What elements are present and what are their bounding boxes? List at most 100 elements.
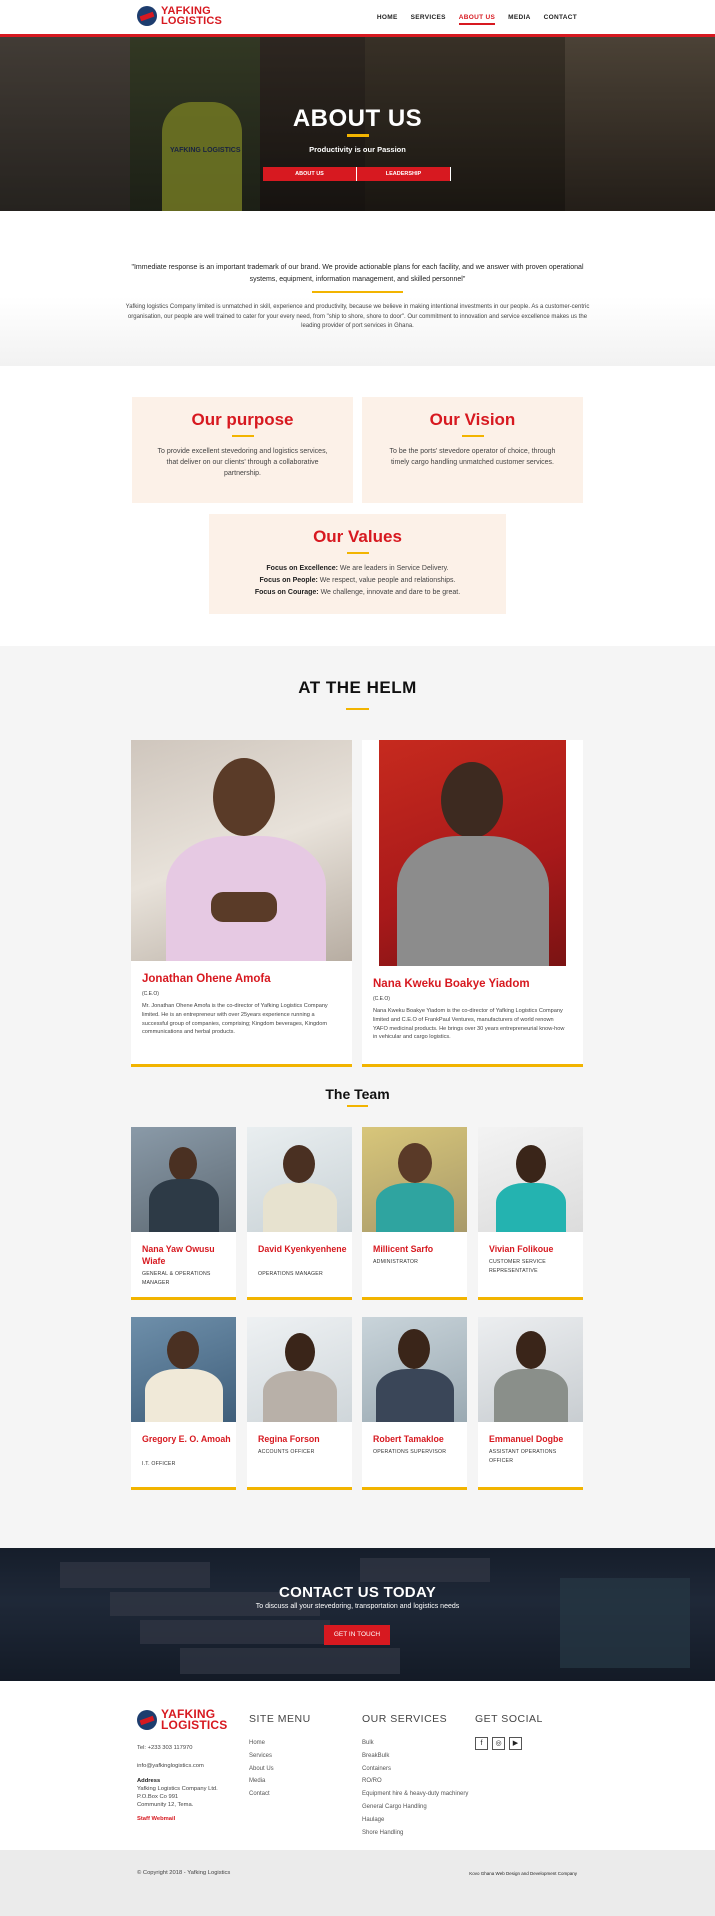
leader-bio: Nana Kweku Boakye Yiadom is the co-direc… <box>373 1008 565 1041</box>
helm-underline <box>346 708 369 710</box>
footer-address: Yafking Logistics Company Ltd. <box>137 1786 218 1792</box>
team-member-card: Vivian Folikoue Customer Service Represe… <box>478 1127 583 1300</box>
services-column: OUR SERVICES Bulk BreakBulk Containers R… <box>362 1713 468 1839</box>
leader-name: Nana Kweku Boakye Yiadom <box>373 978 530 990</box>
copyright-bar: © Copyright 2018 - Yafking Logistics Kov… <box>0 1850 715 1916</box>
leader-card: Nana Kweku Boakye Yiadom (C.E.O) Nana Kw… <box>362 740 583 1067</box>
footer-logo[interactable]: YAFKING LOGISTICS <box>137 1708 227 1731</box>
member-name: Robert Tamakloe <box>373 1434 444 1444</box>
footer-service-link[interactable]: General Cargo Handling <box>362 1801 468 1814</box>
member-name: Gregory E. O. Amoah <box>142 1434 231 1444</box>
leader-name: Jonathan Ohene Amofa <box>142 973 271 985</box>
team-member-card: Gregory E. O. Amoah I.T. Officer <box>131 1317 236 1490</box>
leader-role: (C.E.O) <box>373 996 390 1002</box>
main-nav: HOME SERVICES ABOUT US MEDIA CONTACT <box>377 14 577 25</box>
staff-webmail-link[interactable]: Staff Webmail <box>137 1816 175 1824</box>
intro-quote: "Immediate response is an important trad… <box>131 264 584 283</box>
footer-link-home[interactable]: Home <box>249 1737 311 1750</box>
vision-title: Our Vision <box>429 410 516 429</box>
member-name: Nana Yaw Owusu Wiafe <box>142 1244 215 1266</box>
social-title: GET SOCIAL <box>475 1713 543 1725</box>
member-photo <box>362 1317 467 1422</box>
member-name: David Kyenkyenhene <box>258 1244 347 1254</box>
vision-text: To be the ports' stevedore operator of c… <box>389 448 556 466</box>
site-menu-column: SITE MENU Home Services About Us Media C… <box>249 1713 311 1801</box>
intro-section: "Immediate response is an important trad… <box>0 211 715 366</box>
values-underline <box>346 552 369 554</box>
member-photo <box>247 1317 352 1422</box>
footer-link-about[interactable]: About Us <box>249 1763 311 1776</box>
tab-leadership[interactable]: LEADERSHIP <box>357 167 451 181</box>
leader-photo <box>379 740 566 966</box>
footer-service-link[interactable]: RO/RO <box>362 1775 468 1788</box>
nav-media[interactable]: MEDIA <box>508 14 530 25</box>
member-role: Assistant Operations Officer <box>489 1449 557 1464</box>
footer-link-media[interactable]: Media <box>249 1775 311 1788</box>
team-member-card: Emmanuel Dogbe Assistant Operations Offi… <box>478 1317 583 1490</box>
hero-tabs: ABOUT US LEADERSHIP <box>263 167 451 181</box>
copyright-text: © Copyright 2018 - Yafking Logistics <box>137 1870 231 1876</box>
values-item: Focus on Excellence: We are leaders in S… <box>266 565 449 572</box>
nav-about-us[interactable]: ABOUT US <box>458 14 496 25</box>
values-title: Our Values <box>313 527 402 546</box>
member-photo <box>247 1127 352 1232</box>
footer-tel: Tel: +233 303 117970 <box>137 1745 193 1751</box>
footer-service-link[interactable]: Bulk <box>362 1737 468 1750</box>
member-role: Operations Manager <box>258 1271 323 1277</box>
footer-address: Community 12, Tema. <box>137 1802 194 1808</box>
logo-emblem-icon <box>137 6 157 26</box>
nav-services[interactable]: SERVICES <box>411 14 446 25</box>
footer-address-label: Address <box>137 1778 161 1784</box>
designer-credit-link[interactable]: Kovo Ghana Web Design and Development Co… <box>469 1871 577 1876</box>
leader-role: (C.E.O) <box>142 991 159 997</box>
vision-underline <box>461 435 484 437</box>
cta-title: CONTACT US TODAY <box>278 1584 437 1601</box>
team-underline <box>347 1105 368 1107</box>
social-column: GET SOCIAL f ◎ ▶ <box>475 1713 543 1750</box>
intro-body: Yafking logistics Company limited is unm… <box>125 304 590 329</box>
member-role: General & Operations Manager <box>142 1271 211 1286</box>
get-in-touch-button[interactable]: GET IN TOUCH <box>324 1625 390 1645</box>
leader-photo <box>131 740 352 961</box>
cta-subtitle: To discuss all your stevedoring, transpo… <box>255 1603 460 1610</box>
team-member-card: Regina Forson Accounts Officer <box>247 1317 352 1490</box>
instagram-icon[interactable]: ◎ <box>492 1737 505 1750</box>
member-name: Millicent Sarfo <box>373 1244 434 1254</box>
page-title: ABOUT US <box>292 105 423 132</box>
tab-about-us[interactable]: ABOUT US <box>263 167 357 181</box>
member-photo <box>478 1317 583 1422</box>
title-underline <box>347 134 369 137</box>
hero-banner: YAFKING LOGISTICS ABOUT US Productivity … <box>0 37 715 211</box>
member-photo <box>362 1127 467 1232</box>
footer-service-link[interactable]: Shore Handling <box>362 1827 468 1840</box>
logo-text: YAFKING LOGISTICS <box>161 5 223 27</box>
helm-title: AT THE HELM <box>298 678 417 697</box>
footer-service-link[interactable]: Containers <box>362 1763 468 1776</box>
youtube-icon[interactable]: ▶ <box>509 1737 522 1750</box>
services-title: OUR SERVICES <box>362 1713 448 1725</box>
values-item: Focus on People: We respect, value peopl… <box>259 577 456 584</box>
leader-card: Jonathan Ohene Amofa (C.E.O) Mr. Jonatha… <box>131 740 352 1067</box>
purpose-title: Our purpose <box>191 410 294 429</box>
facebook-icon[interactable]: f <box>475 1737 488 1750</box>
intro-divider <box>312 291 403 293</box>
purpose-card: Our purpose To provide excellent stevedo… <box>132 397 353 503</box>
footer-email[interactable]: info@yafkinglogistics.com <box>137 1763 204 1771</box>
values-item: Focus on Courage: We challenge, innovate… <box>254 589 461 596</box>
purpose-underline <box>231 435 254 437</box>
footer-service-link[interactable]: Haulage <box>362 1814 468 1827</box>
team-member-card: Robert Tamakloe Operations Supervisor <box>362 1317 467 1490</box>
member-role: I.T. Officer <box>142 1461 176 1467</box>
footer-link-services[interactable]: Services <box>249 1750 311 1763</box>
footer-link-contact[interactable]: Contact <box>249 1788 311 1801</box>
values-card: Our Values Focus on Excellence: We are l… <box>209 514 506 614</box>
nav-home[interactable]: HOME <box>377 14 398 25</box>
social-links: f ◎ ▶ <box>475 1737 543 1750</box>
footer-service-link[interactable]: BreakBulk <box>362 1750 468 1763</box>
purpose-text: To provide excellent stevedoring and log… <box>157 448 328 477</box>
logo[interactable]: YAFKING LOGISTICS <box>137 5 223 27</box>
vision-card: Our Vision To be the ports' stevedore op… <box>362 397 583 503</box>
team-title: The Team <box>325 1086 390 1102</box>
footer-service-link[interactable]: Equipment hire & heavy-duty machinery <box>362 1788 468 1801</box>
nav-contact[interactable]: CONTACT <box>544 14 577 25</box>
